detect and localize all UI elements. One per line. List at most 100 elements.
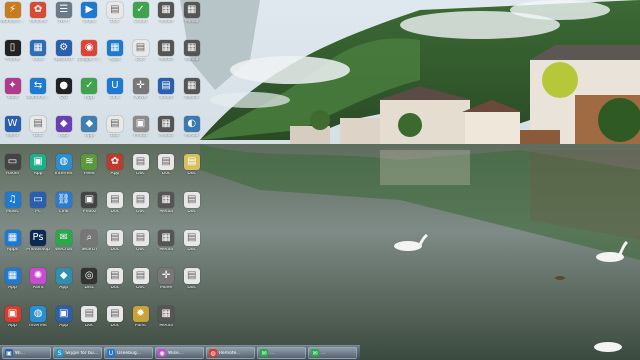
desktop-icon[interactable]: ▤ Doc [77,306,102,333]
desktop-icon-label: Word [6,134,19,138]
desktop-icon[interactable]: ≋ Feed [77,154,102,181]
desktop-icon[interactable]: ▤ Doc [179,154,204,181]
desktop-icon[interactable]: ◆ App [51,116,76,143]
app-icon: ● [55,78,72,94]
desktop-icon[interactable]: ⇆ TeamViewer [26,78,51,105]
desktop-icon[interactable]: ⛓ Link [51,192,76,219]
desktop-icon[interactable]: ✓ Cloud [128,2,153,29]
desktop-icon[interactable]: ▦ Media [154,40,179,67]
desktop-icon[interactable]: ▯ Phone [0,40,25,67]
desktop-icon[interactable]: ◐ Media [179,116,204,143]
taskbar-button[interactable]: ◉ Wise... [155,347,204,359]
desktop-icon[interactable]: ▤ Doc [128,230,153,257]
document-icon: ▤ [132,230,149,246]
desktop-icon[interactable]: ▤ Doc [102,268,127,295]
taskbar-button[interactable]: S Skype for busi... [53,347,102,359]
desktop-icon-label: App [8,286,17,290]
desktop-icon[interactable]: ▣ Photo [77,192,102,219]
desktop-icon[interactable]: ▦ App [0,268,25,295]
desktop-icon[interactable]: ✦ Tools [0,78,25,105]
desktop-icon[interactable]: Ps Photoshop [26,230,51,257]
desktop-icon[interactable]: ▤ Doc [128,154,153,181]
desktop-icon[interactable]: ▤ Doc [128,192,153,219]
desktop-icon-label: Media [184,96,199,100]
desktop-icon-label: Folder [5,172,20,176]
photo-icon: ▣ [132,116,149,132]
app-icon: ✓ [132,2,149,18]
document-icon: ▤ [30,116,47,132]
desktop-icon[interactable]: ✿ App [102,154,127,181]
desktop-icon[interactable]: ▤ Doc [154,154,179,181]
desktop-icon[interactable]: ▤ Doc [179,230,204,257]
desktop-icon[interactable]: ◉ Google Chrome [77,40,102,67]
desktop-icon[interactable]: W Word [0,116,25,143]
desktop-icon[interactable]: ▦ Apps [0,230,25,257]
desktop-icon[interactable]: ▤ Doc [179,268,204,295]
app-icon: ◍ [55,154,72,170]
desktop-icon[interactable]: ✿ Tencent [26,2,51,29]
desktop-icon[interactable]: ▤ Doc [102,116,127,143]
desktop-icon[interactable]: ✛ Move [154,268,179,295]
desktop-icon[interactable]: ▭ Folder [0,154,25,181]
desktop-icon[interactable]: ⚡ Wondershare [0,2,25,29]
desktop-icon[interactable]: ▣ App [0,306,25,333]
document-icon: ▤ [183,268,200,284]
desktop-icon[interactable]: ▦ Media [179,40,204,67]
desktop-icon[interactable]: ✛ Move [128,78,153,105]
desktop-icon[interactable]: ▤ Doc [26,116,51,143]
desktop-icon[interactable]: ▦ Media [154,230,179,257]
desktop-icon[interactable]: ▭ PC [26,192,51,219]
desktop-icon[interactable]: ◍ Internet [26,306,51,333]
desktop-icon[interactable]: ▤ Doc [128,40,153,67]
app-icon: U [106,78,123,94]
desktop-icon[interactable]: U Link [102,78,127,105]
desktop-icon[interactable]: ▣ App [26,154,51,181]
taskbar-button[interactable]: ✉... [308,347,357,359]
desktop-icon[interactable]: ▦ Media [154,2,179,29]
desktop-icon[interactable]: ✉ WeChat [51,230,76,257]
desktop-icon[interactable]: ▣ Photo [128,116,153,143]
desktop-icon[interactable]: ▦ Media [154,306,179,333]
desktop-icon[interactable]: ▦ Media [154,192,179,219]
desktop-icon-label: Media [159,210,173,214]
desktop-icon[interactable]: ▤ Doc [102,306,127,333]
app-icon: ⚙ [55,40,72,56]
desktop-icon[interactable]: ▦ Media [154,116,179,143]
desktop-icon[interactable]: ▣ App [51,306,76,333]
app-icon: ▣ [30,154,47,170]
desktop-icon[interactable]: ◆ App [51,268,76,295]
desktop-icon[interactable]: ✺ Paint [26,268,51,295]
desktop-icon[interactable]: ▦ Apps [102,40,127,67]
taskbar-button[interactable]: ✉... [257,347,306,359]
desktop-icon[interactable]: ⚙ Network [51,40,76,67]
desktop-icon-label: Media [184,58,199,62]
desktop-icon[interactable]: ▦ Media [179,2,204,29]
desktop-icon[interactable]: ▶ Video [77,2,102,29]
desktop-icon[interactable]: ▤ Doc [179,192,204,219]
desktop-icon[interactable]: ▤ Doc [102,2,127,29]
desktop-icon[interactable]: ⌕ Search [77,230,102,257]
desktop-icon[interactable]: ▤ Doc [128,268,153,295]
taskbar-button[interactable]: ◍ Remote... [206,347,255,359]
play-icon: ▶ [81,2,98,18]
desktop-icon[interactable]: ▤ Doc [102,230,127,257]
phone-icon: ▯ [4,40,21,56]
app-icon: ▦ [158,192,175,208]
desktop-icon[interactable]: ✓ App [77,78,102,105]
desktop-icon[interactable]: ▦ Media [179,78,204,105]
desktop-icon[interactable]: ☰ Wi-Fi [51,2,76,29]
desktop-icon[interactable]: ◍ Internet [51,154,76,181]
desktop-icon[interactable]: ✹ Paint [128,306,153,333]
desktop-icon[interactable]: ◎ Disc [77,268,102,295]
desktop-icon[interactable]: ▦ Tools [26,40,51,67]
taskbar-button[interactable]: U Useebug... [104,347,153,359]
taskbar-button[interactable]: ▣ Wi... [2,347,51,359]
desktop-icon[interactable]: ▤ Doc [102,192,127,219]
desktop-icon-label: Media [184,134,199,138]
desktop-icon[interactable]: ● QQ [51,78,76,105]
desktop-icon[interactable]: ▤ Sheet [154,78,179,105]
desktop-icon-label: Doc [187,210,197,214]
desktop-icon[interactable]: ◆ App [77,116,102,143]
desktop-icon-label: Photo [82,210,96,214]
desktop-icon[interactable]: ♫ Music [0,192,25,219]
